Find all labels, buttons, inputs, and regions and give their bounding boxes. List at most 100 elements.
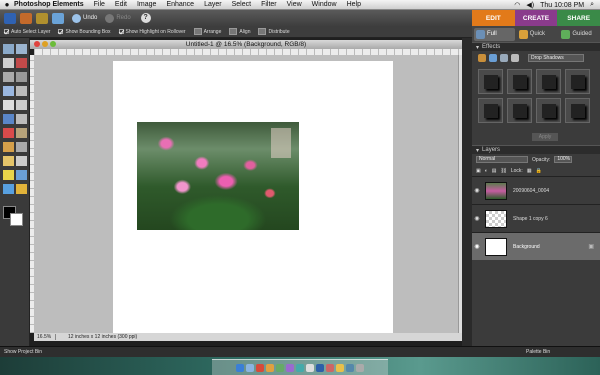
- arrange-button[interactable]: Arrange: [193, 28, 221, 35]
- folder-icon[interactable]: [36, 12, 48, 24]
- apply-button[interactable]: Apply: [532, 133, 558, 141]
- apple-menu-icon[interactable]: ●: [0, 0, 14, 9]
- document-info[interactable]: 12 inches x 12 inches (300 ppi): [56, 334, 137, 340]
- canvas[interactable]: [113, 61, 393, 333]
- lock-all-icon[interactable]: 🔒: [536, 168, 542, 174]
- organizer-icon[interactable]: [4, 12, 16, 24]
- undo-button[interactable]: Undo: [72, 13, 97, 23]
- flower-photo-layer[interactable]: [137, 122, 299, 230]
- app-icon[interactable]: [286, 363, 294, 372]
- tab-create[interactable]: CREATE: [514, 10, 558, 26]
- filters-icon[interactable]: [478, 54, 486, 62]
- auto-select-layer-option[interactable]: Auto Select Layer: [4, 29, 50, 35]
- layers-panel-header[interactable]: ▾ Layers: [472, 145, 600, 154]
- app-icon[interactable]: [296, 363, 304, 372]
- show-project-bin-button[interactable]: Show Project Bin: [4, 349, 42, 355]
- effect-thumbnail[interactable]: [478, 69, 503, 94]
- distribute-button[interactable]: Distribute: [258, 28, 290, 35]
- clock[interactable]: Thu 10:08 PM: [540, 2, 584, 9]
- hand-tool-icon[interactable]: [3, 58, 14, 68]
- layer-row[interactable]: ◉ 20090604_0004: [472, 176, 600, 204]
- show-highlight-option[interactable]: Show Highlight on Rollover: [118, 29, 186, 35]
- healing-brush-tool-icon[interactable]: [16, 128, 27, 138]
- app-icon[interactable]: [306, 363, 314, 372]
- new-layer-icon[interactable]: ▣: [476, 168, 481, 174]
- menu-filter[interactable]: Filter: [261, 1, 277, 8]
- menu-layer[interactable]: Layer: [204, 1, 222, 8]
- lock-transparency-icon[interactable]: ▦: [527, 168, 532, 174]
- app-icon[interactable]: [246, 363, 254, 372]
- effect-thumbnail[interactable]: [507, 98, 532, 123]
- minimize-window-icon[interactable]: [42, 41, 48, 47]
- layer-styles-icon[interactable]: [489, 54, 497, 62]
- app-icon[interactable]: [266, 363, 274, 372]
- align-button[interactable]: Align: [229, 28, 250, 35]
- blur-tool-icon[interactable]: [3, 184, 14, 194]
- visibility-eye-icon[interactable]: ◉: [472, 215, 482, 222]
- finder-icon[interactable]: [236, 363, 244, 372]
- volume-icon[interactable]: ◀): [526, 1, 534, 9]
- photoshop-elements-icon[interactable]: [316, 363, 324, 372]
- adjustment-layer-icon[interactable]: ◐: [485, 168, 488, 174]
- app-icon[interactable]: [326, 363, 334, 372]
- save-icon[interactable]: [52, 12, 64, 24]
- sponge-tool-icon[interactable]: [16, 184, 27, 194]
- effect-thumbnail[interactable]: [536, 98, 561, 123]
- app-icon[interactable]: [346, 363, 354, 372]
- cookie-cutter-tool-icon[interactable]: [3, 114, 14, 124]
- blend-mode-dropdown[interactable]: Normal: [476, 156, 528, 163]
- show-bounding-box-option[interactable]: Show Bounding Box: [58, 29, 111, 35]
- tab-guided[interactable]: Guided: [559, 28, 600, 41]
- menu-select[interactable]: Select: [232, 1, 251, 8]
- magic-wand-tool-icon[interactable]: [16, 86, 27, 96]
- type-tool-icon[interactable]: [3, 100, 14, 110]
- link-layers-icon[interactable]: ⛓: [501, 168, 507, 174]
- palette-bin-button[interactable]: Palette Bin: [526, 349, 550, 355]
- background-color-swatch[interactable]: [10, 213, 23, 226]
- layer-row-selected[interactable]: ◉ Background ▣: [472, 232, 600, 260]
- tab-quick[interactable]: Quick: [517, 28, 558, 41]
- effects-category-dropdown[interactable]: Drop Shadows: [528, 54, 584, 62]
- crop-tool-icon[interactable]: [16, 100, 27, 110]
- app-menu[interactable]: Photoshop Elements: [14, 1, 84, 8]
- lasso-tool-icon[interactable]: [16, 72, 27, 82]
- all-effects-icon[interactable]: [511, 54, 519, 62]
- quick-selection-tool-icon[interactable]: [3, 86, 14, 96]
- open-icon[interactable]: [20, 12, 32, 24]
- visibility-eye-icon[interactable]: ◉: [472, 243, 482, 250]
- delete-layer-icon[interactable]: ▤: [492, 168, 497, 174]
- opacity-input[interactable]: 100%: [554, 156, 573, 163]
- effect-thumbnail[interactable]: [536, 69, 561, 94]
- layer-row[interactable]: ◉ Shape 1 copy 6: [472, 204, 600, 232]
- app-icon[interactable]: [256, 363, 264, 372]
- menu-file[interactable]: File: [94, 1, 105, 8]
- pencil-tool-icon[interactable]: [16, 142, 27, 152]
- wifi-icon[interactable]: ◠: [514, 1, 520, 9]
- tab-edit[interactable]: EDIT: [472, 10, 515, 26]
- eraser-tool-icon[interactable]: [16, 156, 27, 166]
- marquee-tool-icon[interactable]: [3, 72, 14, 82]
- menu-enhance[interactable]: Enhance: [166, 1, 194, 8]
- paint-bucket-tool-icon[interactable]: [3, 170, 14, 180]
- vertical-scrollbar[interactable]: [458, 55, 462, 333]
- clone-stamp-tool-icon[interactable]: [3, 142, 14, 152]
- move-tool-icon[interactable]: [3, 44, 14, 54]
- zoom-level[interactable]: 16.5%: [34, 334, 56, 340]
- trash-icon[interactable]: [356, 363, 364, 372]
- redo-button[interactable]: Redo: [105, 13, 131, 23]
- app-icon[interactable]: [336, 363, 344, 372]
- spotlight-search-icon[interactable]: ⌕: [590, 1, 594, 9]
- visibility-eye-icon[interactable]: ◉: [472, 187, 482, 194]
- effect-thumbnail[interactable]: [507, 69, 532, 94]
- tab-full[interactable]: Full: [474, 27, 515, 41]
- menu-view[interactable]: View: [287, 1, 302, 8]
- menu-edit[interactable]: Edit: [115, 1, 127, 8]
- tab-share[interactable]: SHARE: [557, 10, 600, 26]
- zoom-tool-icon[interactable]: [16, 44, 27, 54]
- gradient-tool-icon[interactable]: [16, 170, 27, 180]
- brush-tool-icon[interactable]: [3, 156, 14, 166]
- eyedropper-tool-icon[interactable]: [16, 58, 27, 68]
- effect-thumbnail[interactable]: [565, 98, 590, 123]
- zoom-window-icon[interactable]: [50, 41, 56, 47]
- effect-thumbnail[interactable]: [478, 98, 503, 123]
